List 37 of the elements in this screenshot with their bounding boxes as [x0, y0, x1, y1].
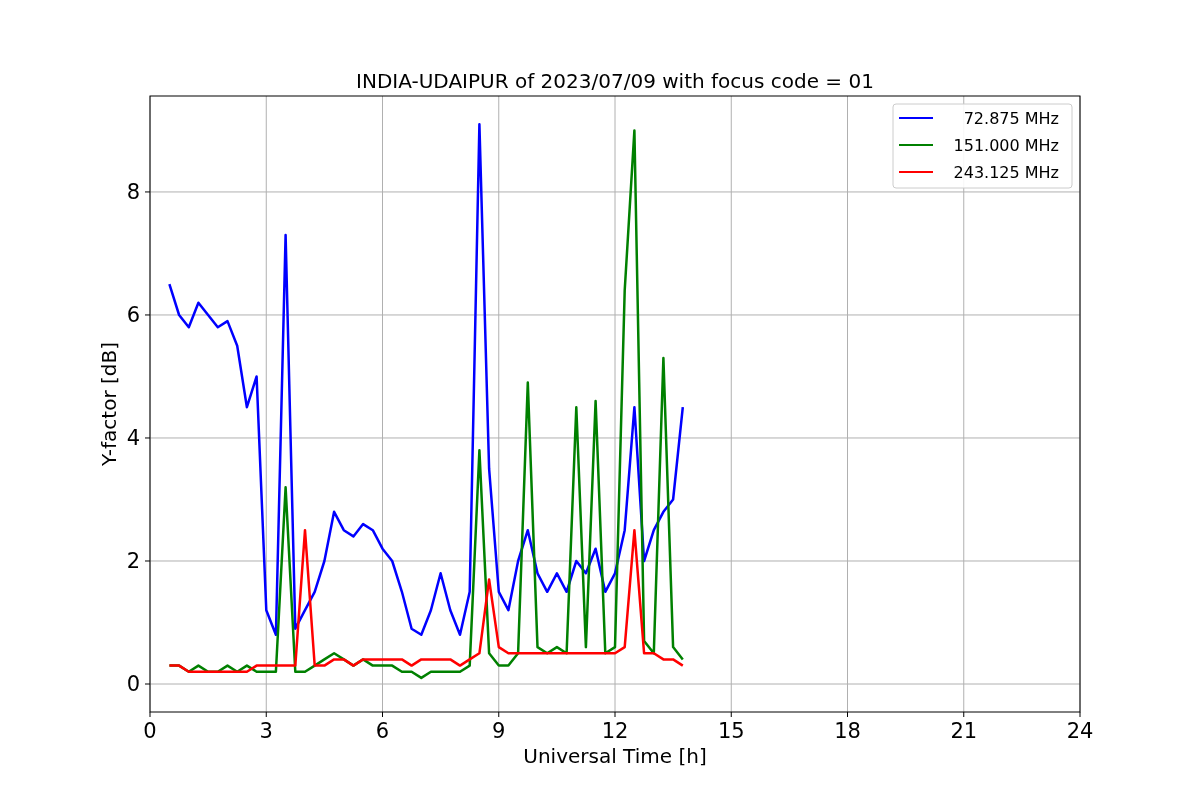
y-tick-label: 0	[126, 672, 140, 696]
chart-title: INDIA-UDAIPUR of 2023/07/09 with focus code = 01	[356, 69, 874, 93]
x-tick-label: 24	[1066, 719, 1094, 743]
x-tick-label: 21	[950, 719, 978, 743]
tick-mark	[149, 711, 151, 718]
y-tick-label: 8	[126, 179, 140, 204]
x-tick-label: 18	[834, 719, 861, 743]
x-tick-label: 0	[143, 719, 157, 743]
legend-line	[898, 117, 934, 119]
tick-mark	[614, 711, 616, 718]
tick-mark	[1079, 711, 1081, 718]
x-tick-label: 3	[259, 719, 273, 743]
y-axis-label: Y-factor [dB]	[97, 342, 121, 466]
tick-mark	[144, 560, 151, 562]
tick-mark	[963, 711, 965, 718]
legend-label: 72.875 MHz	[963, 109, 1059, 128]
legend-line	[898, 144, 934, 146]
y-tick-label: 6	[126, 302, 140, 327]
legend-line	[898, 171, 934, 173]
tick-mark	[144, 314, 151, 316]
legend-label: 243.125 MHz	[953, 163, 1059, 182]
tick-mark	[730, 711, 732, 718]
x-tick-label: 6	[375, 719, 390, 743]
y-tick-label: 2	[126, 549, 140, 573]
x-tick-label: 9	[492, 719, 506, 743]
x-axis-label: Universal Time [h]	[523, 744, 707, 768]
x-tick-label: 15	[717, 719, 745, 743]
tick-mark	[144, 191, 151, 193]
tick-mark	[144, 437, 151, 439]
tick-mark	[498, 711, 500, 718]
tick-mark	[382, 711, 383, 718]
y-tick-label: 4	[126, 426, 140, 450]
tick-mark	[265, 711, 267, 718]
tick-mark	[847, 711, 848, 718]
legend-label: 151.000 MHz	[953, 136, 1059, 155]
x-tick-label: 12	[601, 719, 629, 743]
tick-mark	[144, 683, 151, 685]
